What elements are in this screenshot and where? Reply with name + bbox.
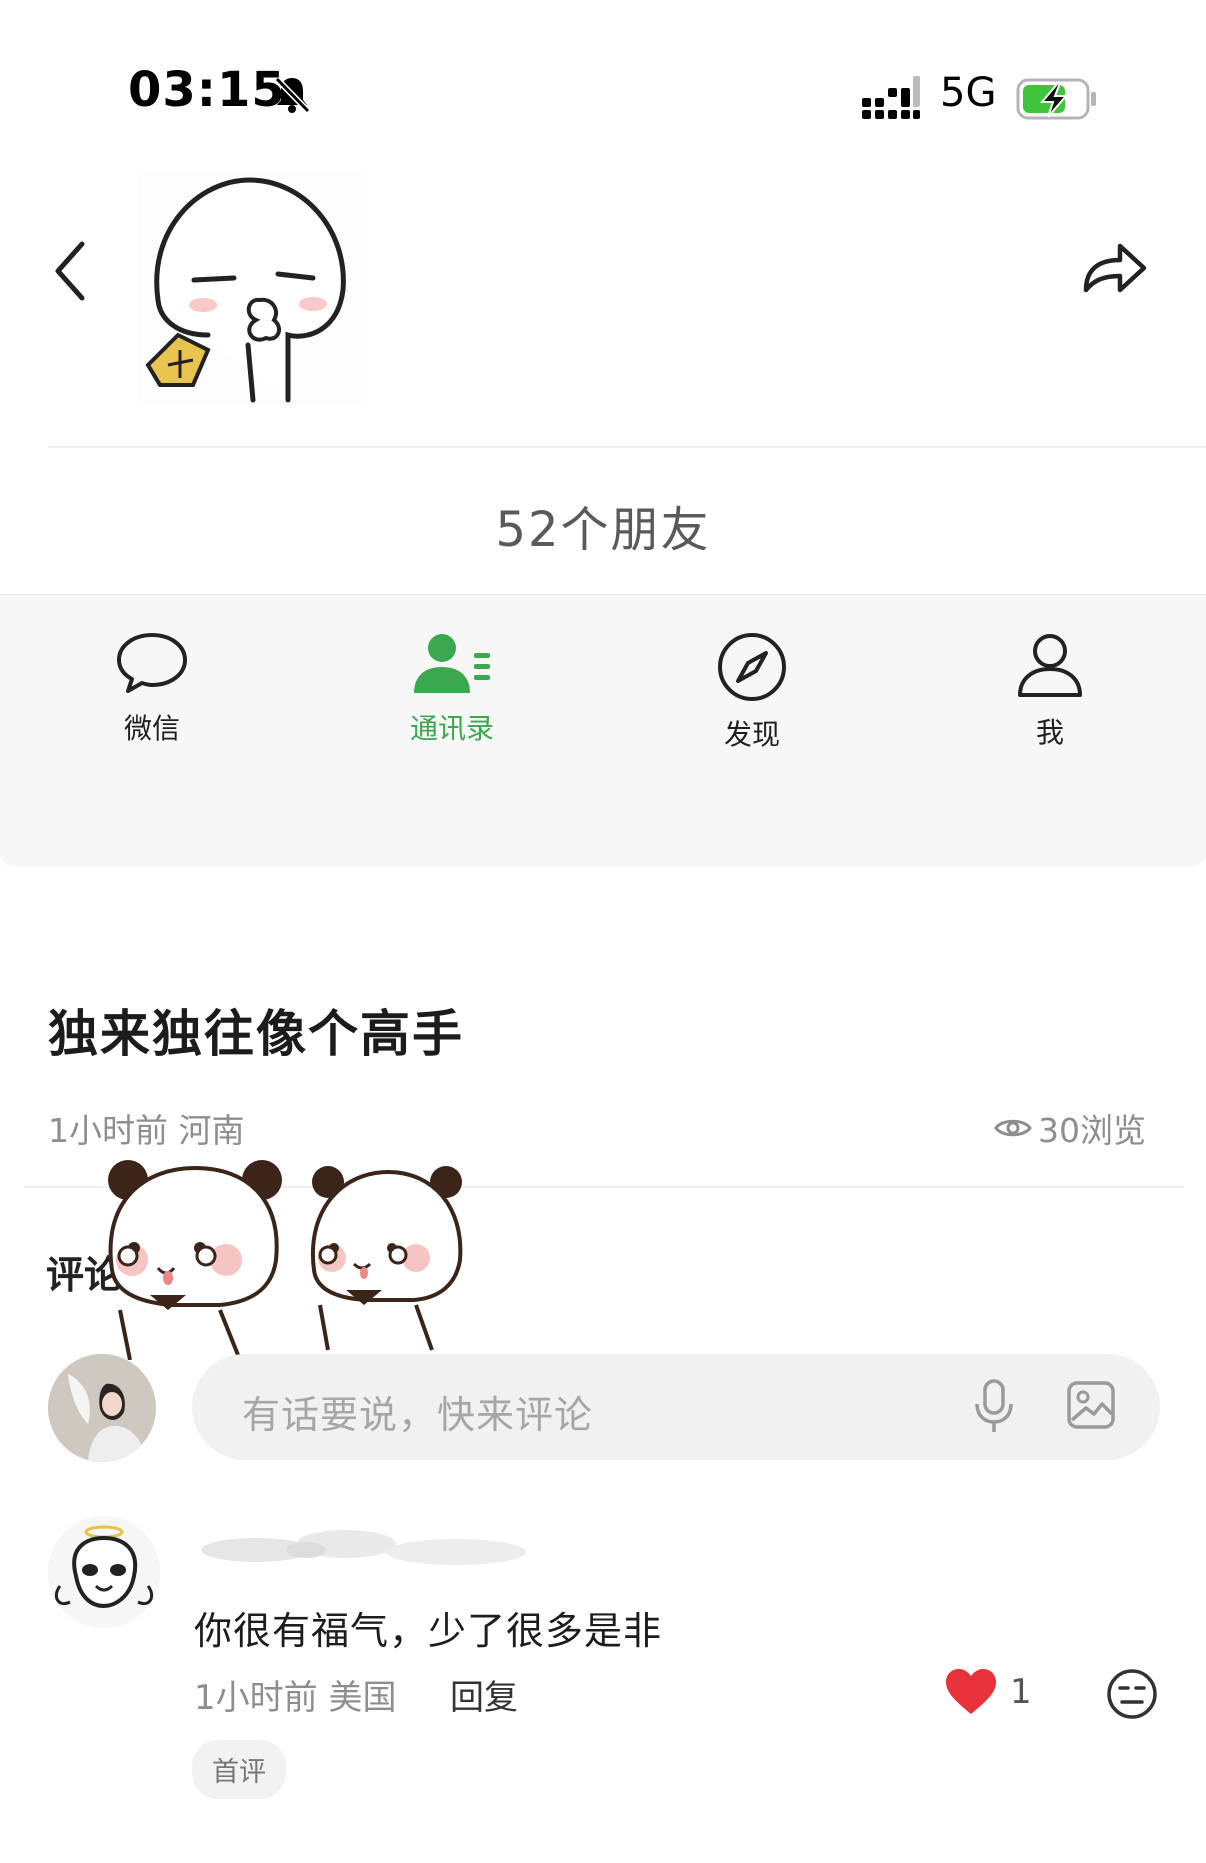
contacts-icon	[414, 634, 490, 693]
bell-muted-icon	[272, 74, 312, 118]
share-button[interactable]	[1080, 232, 1150, 302]
network-label: 5G	[940, 70, 997, 116]
chevron-left-icon	[55, 241, 85, 301]
compass-icon	[718, 633, 786, 701]
microphone-icon	[975, 1379, 1013, 1432]
tab-label: 微信	[123, 712, 180, 745]
comment-meta: 1小时前 美国	[194, 1678, 397, 1718]
tab-label: 发现	[723, 718, 780, 751]
tab-contacts[interactable]: 通讯录	[352, 631, 552, 747]
view-count-label: 30浏览	[1038, 1111, 1146, 1150]
post-meta: 1小时前 河南	[48, 1111, 245, 1150]
emoji-reaction-button[interactable]	[1106, 1668, 1158, 1724]
battery-charging-icon	[1016, 78, 1100, 126]
friend-count: 52个朋友	[495, 502, 711, 558]
reply-button[interactable]: 回复	[450, 1670, 518, 1719]
image-icon	[1067, 1381, 1115, 1429]
tab-bar: 微信 通讯录 发现 我	[0, 594, 1206, 867]
chat-bubble-icon	[117, 633, 187, 693]
tab-me[interactable]: 我	[950, 631, 1150, 751]
comment-text: 你很有福气，少了很多是非	[194, 1609, 663, 1653]
tab-wechat[interactable]: 微信	[52, 631, 252, 747]
person-icon	[1018, 634, 1082, 697]
like-button[interactable]: 1	[944, 1668, 1032, 1716]
first-comment-badge: 首评	[192, 1740, 286, 1799]
divider	[48, 446, 1206, 448]
my-avatar[interactable]	[48, 1354, 156, 1462]
comment-input[interactable]: 有话要说，快来评论	[192, 1354, 1160, 1460]
voice-button[interactable]	[972, 1378, 1016, 1438]
panda-stickers	[100, 1160, 520, 1361]
heart-icon	[946, 1669, 996, 1714]
post-title: 独来独往像个高手	[48, 1005, 464, 1063]
back-button[interactable]	[46, 236, 96, 306]
status-time: 03:15	[128, 62, 286, 118]
share-arrow-icon	[1083, 243, 1147, 293]
tab-label: 通讯录	[409, 712, 494, 745]
comment-placeholder: 有话要说，快来评论	[242, 1393, 594, 1437]
profile-avatar[interactable]	[138, 170, 364, 406]
image-button[interactable]	[1066, 1380, 1116, 1434]
commenter-avatar[interactable]	[48, 1516, 160, 1628]
commenter-name-blurred[interactable]	[196, 1520, 556, 1576]
emoji-face-icon	[1107, 1669, 1157, 1719]
like-count: 1	[1010, 1672, 1032, 1712]
view-count: 30浏览	[994, 1104, 1146, 1152]
tab-label: 我	[1035, 716, 1064, 749]
eye-icon	[994, 1119, 1032, 1137]
tab-discover[interactable]: 发现	[652, 631, 852, 753]
signal-icon	[862, 76, 920, 124]
